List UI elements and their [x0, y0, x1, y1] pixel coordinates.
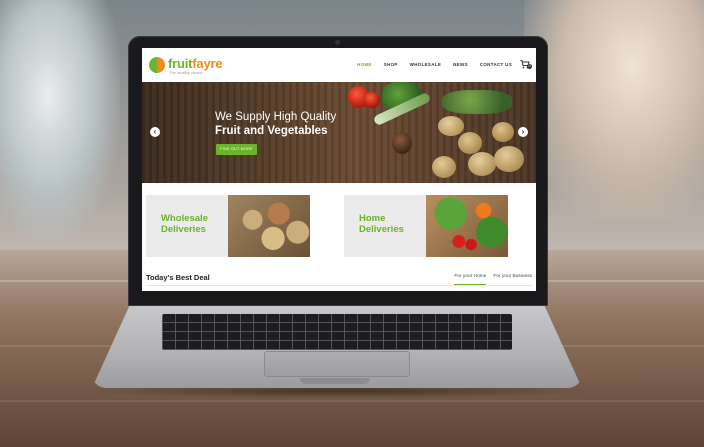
site-logo[interactable]: fruitfayre: [168, 56, 223, 71]
laptop-screen: fruitfayre The healthy choice HOME SHOP …: [142, 48, 536, 291]
camera-icon: [335, 40, 340, 45]
promo-label-line1: Wholesale: [161, 213, 208, 224]
nav-wholesale[interactable]: WHOLESALE: [410, 62, 441, 67]
background-window: [0, 0, 120, 240]
cart-count-badge: 0: [527, 64, 532, 69]
hero-slider: We Supply High Quality Fruit and Vegetab…: [142, 82, 536, 183]
nav-home[interactable]: HOME: [357, 62, 372, 67]
potato-sack-image: [228, 195, 310, 257]
laptop-keyboard: [162, 314, 512, 350]
todays-best-deal-heading: Today's Best Deal: [146, 273, 210, 282]
nav-shop[interactable]: SHOP: [384, 62, 398, 67]
promo-label-line2: Deliveries: [161, 224, 206, 235]
laptop-hinge-notch: [300, 378, 370, 384]
tab-for-your-home[interactable]: For your Home: [454, 274, 487, 285]
home-deliveries-card[interactable]: Home Deliveries: [344, 195, 508, 257]
nav-contact[interactable]: CONTACT US: [480, 62, 512, 67]
hero-heading-line1: We Supply High Quality: [215, 111, 337, 123]
tab-for-your-business[interactable]: For your Business: [493, 274, 532, 285]
deal-tabs: For your Home For your Business: [454, 274, 532, 285]
potatoes-image: [438, 116, 464, 136]
site-header: fruitfayre The healthy choice HOME SHOP …: [142, 48, 536, 83]
wholesale-deliveries-card[interactable]: Wholesale Deliveries: [146, 195, 310, 257]
find-out-more-button[interactable]: FIND OUT MORE: [216, 144, 257, 155]
slider-prev-arrow-icon[interactable]: ‹: [150, 127, 160, 137]
promo-label-line1: Home: [359, 213, 386, 224]
leaf-logo-icon[interactable]: [149, 57, 165, 73]
logo-tagline: The healthy choice: [169, 70, 203, 75]
nav-news[interactable]: NEWS: [453, 62, 468, 67]
slider-next-arrow-icon[interactable]: ›: [518, 127, 528, 137]
promo-label-line2: Deliveries: [359, 224, 404, 235]
main-nav: HOME SHOP WHOLESALE NEWS CONTACT US: [357, 62, 512, 67]
laptop-trackpad: [264, 351, 410, 377]
background-light: [524, 0, 704, 220]
hero-heading-line2: Fruit and Vegetables: [215, 125, 328, 137]
vegetable-basket-image: [426, 195, 508, 257]
divider: [146, 285, 532, 286]
